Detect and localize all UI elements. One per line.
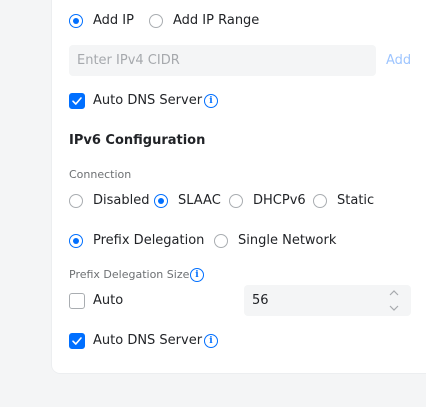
auto-dns-ipv6-checkbox[interactable] xyxy=(69,333,85,349)
add-cidr-link[interactable]: Add xyxy=(386,53,411,69)
auto-prefix-size-checkbox[interactable] xyxy=(69,293,85,309)
radio-connection-static-label: Static xyxy=(337,193,375,208)
chevron-up-icon[interactable] xyxy=(388,289,400,297)
radio-connection-slaac[interactable] xyxy=(154,194,168,208)
prefix-size-label: Prefix Delegation Size xyxy=(69,268,190,281)
ipv4-cidr-input[interactable] xyxy=(69,45,376,76)
prefix-size-value: 56 xyxy=(252,293,269,308)
auto-dns-ipv6-label: Auto DNS Server xyxy=(93,333,203,348)
radio-connection-dhcpv6-label: DHCPv6 xyxy=(253,193,306,208)
radio-add-ip-label: Add IP xyxy=(93,13,134,28)
prefix-size-stepper[interactable]: 56 xyxy=(244,285,411,316)
auto-dns-ipv4-label: Auto DNS Server xyxy=(93,93,203,108)
radio-add-ip[interactable] xyxy=(69,14,83,28)
chevron-down-icon[interactable] xyxy=(388,304,400,312)
checkmark-icon xyxy=(72,97,82,105)
settings-panel: Add IP Add IP Range Add Auto DNS Server … xyxy=(52,0,426,373)
radio-add-ip-range[interactable] xyxy=(149,14,163,28)
info-icon[interactable]: i xyxy=(190,268,204,282)
auto-dns-ipv4-checkbox[interactable] xyxy=(69,93,85,109)
checkmark-icon xyxy=(72,337,82,345)
radio-add-ip-range-label: Add IP Range xyxy=(173,13,260,28)
info-icon[interactable]: i xyxy=(204,334,218,348)
radio-connection-static[interactable] xyxy=(313,194,327,208)
auto-prefix-size-label: Auto xyxy=(93,293,124,308)
radio-single-network-label: Single Network xyxy=(238,233,337,248)
radio-connection-disabled[interactable] xyxy=(69,194,83,208)
radio-single-network[interactable] xyxy=(214,234,228,248)
radio-prefix-delegation-label: Prefix Delegation xyxy=(93,233,205,248)
radio-connection-disabled-label: Disabled xyxy=(93,193,150,208)
info-icon[interactable]: i xyxy=(204,94,218,108)
radio-prefix-delegation[interactable] xyxy=(69,234,83,248)
radio-connection-dhcpv6[interactable] xyxy=(229,194,243,208)
ipv6-section-title: IPv6 Configuration xyxy=(69,133,206,148)
radio-connection-slaac-label: SLAAC xyxy=(178,193,221,208)
connection-label: Connection xyxy=(69,168,132,181)
